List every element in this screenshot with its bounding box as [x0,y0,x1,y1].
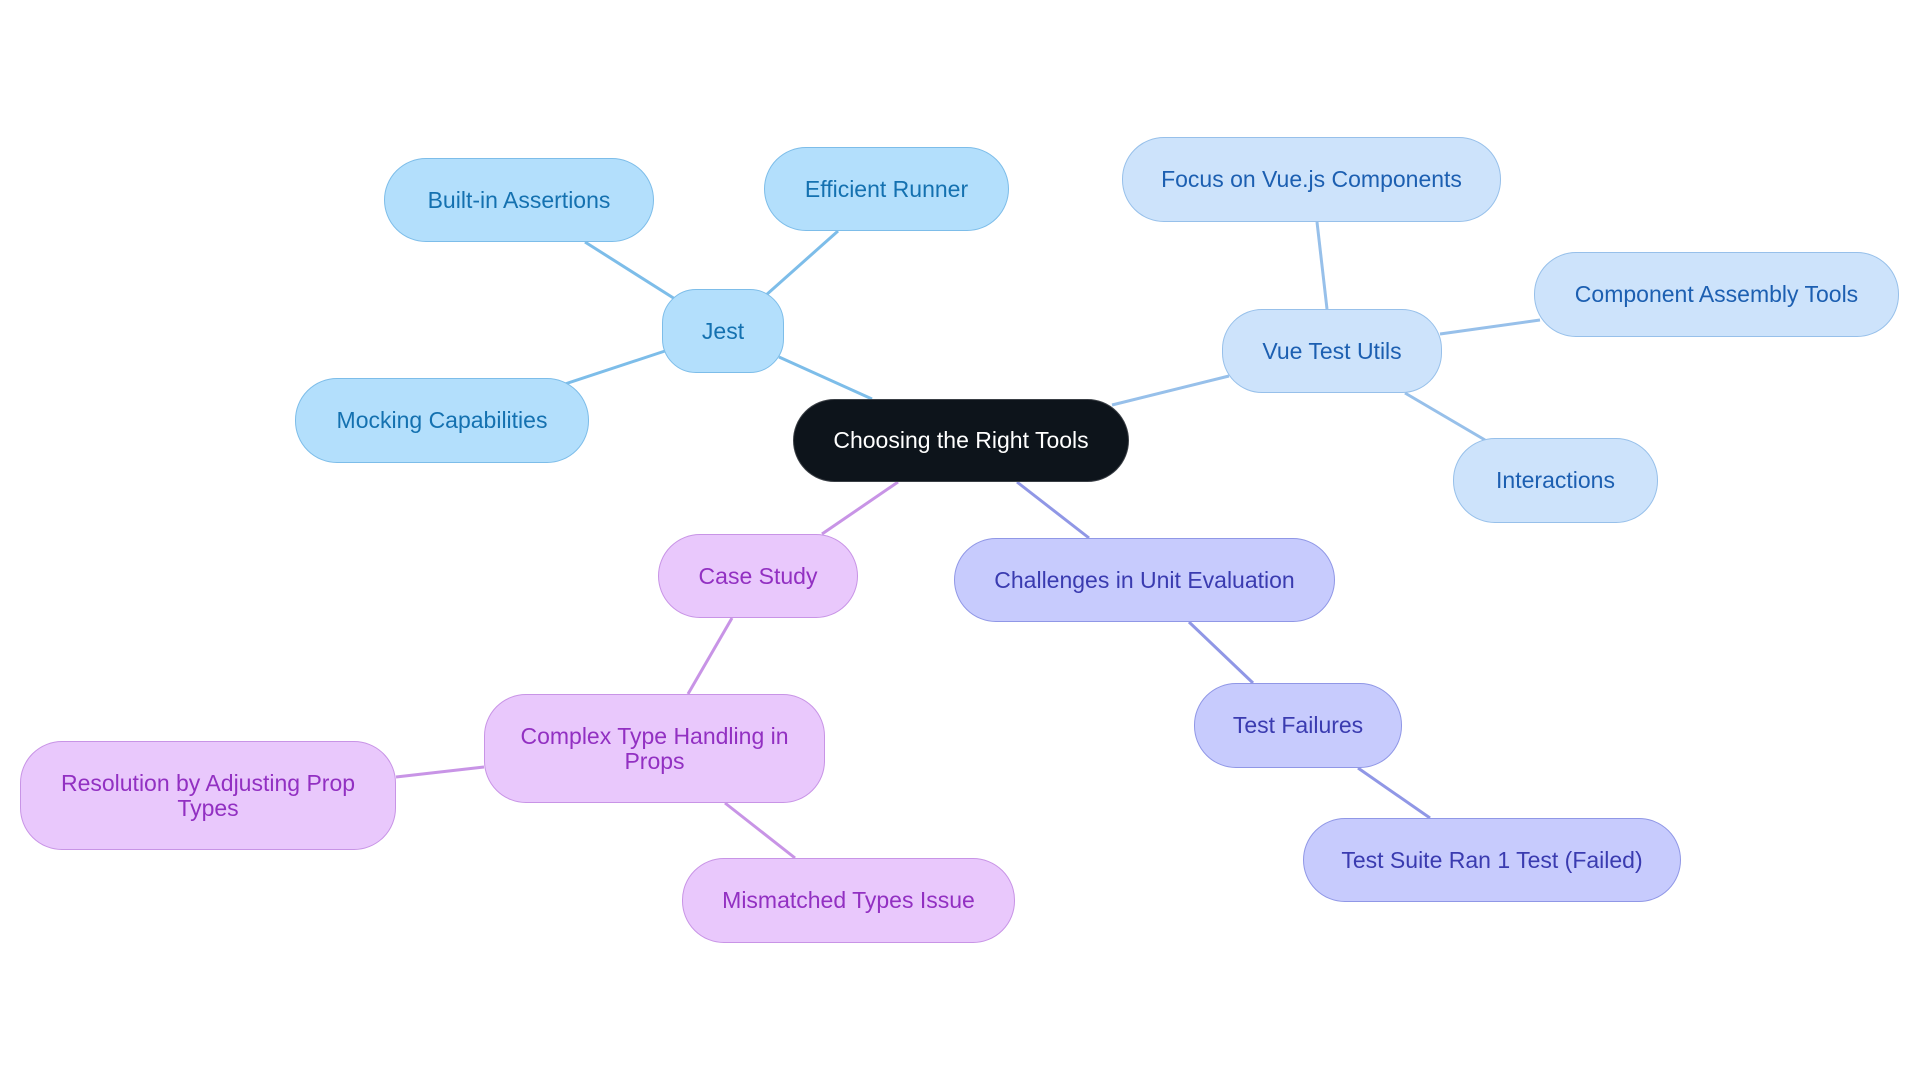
node-efficient-runner[interactable]: Efficient Runner [764,147,1009,231]
edge-root-challenges [1016,480,1090,540]
edge-complex-type-mismatched [724,801,796,860]
edge-vue-component-assembly [1439,318,1541,336]
edge-root-jest [778,355,873,401]
node-mismatched-types-issue[interactable]: Mismatched Types Issue [682,858,1015,943]
edge-case-study-complex-type [686,617,734,695]
node-case-study[interactable]: Case Study [658,534,858,618]
node-built-in-assertions[interactable]: Built-in Assertions [384,158,654,242]
edge-vue-interactions [1404,391,1486,442]
node-challenges-unit-evaluation[interactable]: Challenges in Unit Evaluation [954,538,1335,622]
node-resolution-adjusting-prop-types[interactable]: Resolution by Adjusting Prop Types [20,741,396,850]
edge-jest-efficient-runner [764,229,839,298]
node-interactions[interactable]: Interactions [1453,438,1658,523]
edge-jest-built-in-assertions [584,240,676,301]
node-focus-vuejs-components[interactable]: Focus on Vue.js Components [1122,137,1501,222]
node-root[interactable]: Choosing the Right Tools [793,399,1129,482]
node-test-failures[interactable]: Test Failures [1194,683,1402,768]
edge-challenges-test-failures [1187,620,1255,685]
node-jest[interactable]: Jest [662,289,784,373]
node-component-assembly-tools[interactable]: Component Assembly Tools [1534,252,1899,337]
edge-vue-focus [1315,221,1329,310]
edge-root-vue-test-utils [1111,374,1230,407]
node-test-suite-failed[interactable]: Test Suite Ran 1 Test (Failed) [1303,818,1681,902]
edge-root-case-study [821,480,899,536]
edge-test-failures-test-suite [1357,766,1431,820]
node-vue-test-utils[interactable]: Vue Test Utils [1222,309,1442,393]
node-mocking-capabilities[interactable]: Mocking Capabilities [295,378,589,463]
edge-complex-type-resolution [395,765,485,779]
node-complex-type-handling[interactable]: Complex Type Handling in Props [484,694,825,803]
edge-jest-mocking-capabilities [564,349,666,386]
